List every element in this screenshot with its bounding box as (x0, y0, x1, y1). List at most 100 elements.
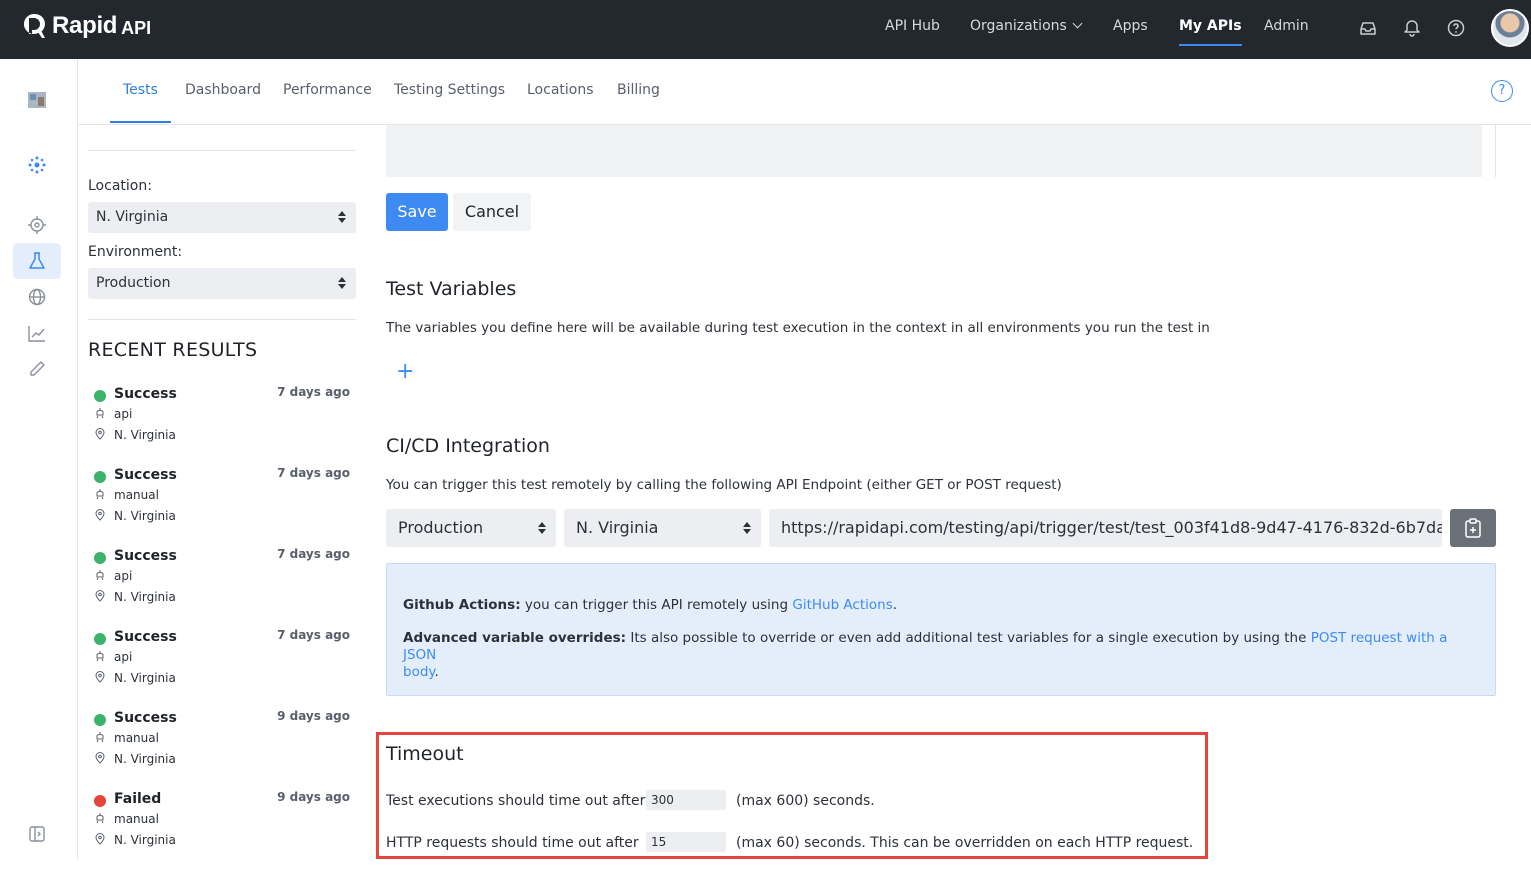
exec-timeout-input[interactable] (646, 790, 726, 810)
chevron-down-icon (1072, 18, 1083, 29)
trigger-icon (96, 813, 104, 824)
hub-icon[interactable] (26, 154, 48, 176)
chart-trend-icon[interactable] (26, 322, 48, 344)
rapidapi-logo[interactable]: Rapid API (22, 12, 151, 40)
cicd-info-box: Github Actions: you can trigger this API… (386, 563, 1496, 696)
flask-icon[interactable] (26, 250, 48, 272)
tab-dashboard[interactable]: Dashboard (185, 82, 261, 98)
trigger-icon (96, 570, 104, 581)
location-label: Location: (88, 178, 152, 194)
rapidapi-logo-icon (23, 13, 45, 38)
result-trigger: manual (114, 812, 159, 826)
result-location: N. Virginia (114, 509, 176, 523)
cicd-description: You can trigger this test remotely by ca… (386, 477, 1062, 493)
location-pin-icon (95, 671, 105, 683)
cicd-location-select[interactable]: N. Virginia (564, 509, 761, 547)
nav-api-hub[interactable]: API Hub (885, 18, 940, 42)
result-status: Success (114, 386, 177, 402)
divider (88, 319, 356, 320)
result-item[interactable]: Success 7 days ago api N. Virginia (88, 628, 356, 709)
result-status: Success (114, 548, 177, 564)
advanced-overrides-text: Its also possible to override or even ad… (626, 630, 1311, 646)
result-item[interactable]: Success 9 days ago manual N. Virginia (88, 709, 356, 790)
tab-billing[interactable]: Billing (617, 82, 660, 98)
nav-my-apis[interactable]: My APIs (1179, 18, 1242, 46)
select-arrows-icon (538, 522, 546, 535)
inbox-icon[interactable] (1358, 18, 1378, 38)
http-timeout-input[interactable] (646, 832, 726, 852)
help-icon[interactable] (1446, 18, 1466, 38)
result-item[interactable]: Success 7 days ago api N. Virginia (88, 547, 356, 628)
code-editor-area[interactable] (386, 125, 1482, 177)
location-select-value: N. Virginia (96, 209, 169, 225)
add-variable-button[interactable]: + (396, 359, 414, 384)
bell-icon[interactable] (1402, 18, 1422, 38)
result-time: 7 days ago (277, 547, 350, 561)
nav-admin[interactable]: Admin (1264, 18, 1309, 42)
target-icon[interactable] (26, 214, 48, 236)
github-actions-text: you can trigger this API remotely using (520, 597, 793, 613)
select-arrows-icon (338, 277, 346, 290)
pencil-icon[interactable] (26, 358, 48, 380)
location-pin-icon (95, 509, 105, 521)
test-tabs: Tests Dashboard Performance Testing Sett… (78, 59, 1531, 125)
tab-performance[interactable]: Performance (283, 82, 372, 98)
user-avatar[interactable] (1491, 9, 1529, 47)
result-status: Success (114, 629, 177, 645)
status-dot (94, 390, 106, 402)
select-arrows-icon (338, 211, 346, 224)
nav-organizations-label: Organizations (970, 18, 1067, 34)
divider (88, 150, 356, 151)
environment-select-value: Production (96, 275, 171, 291)
trigger-icon (96, 408, 104, 419)
result-item[interactable]: Success 7 days ago api N. Virginia (88, 385, 356, 466)
test-variables-title: Test Variables (386, 278, 517, 300)
result-trigger: manual (114, 488, 159, 502)
select-arrows-icon (743, 522, 751, 535)
status-dot (94, 552, 106, 564)
trigger-url-field[interactable]: https://rapidapi.com/testing/api/trigger… (769, 509, 1442, 547)
result-trigger: api (114, 407, 133, 421)
environment-label: Environment: (88, 244, 183, 260)
tab-testing-settings[interactable]: Testing Settings (394, 82, 505, 98)
location-pin-icon (95, 833, 105, 845)
collapse-sidebar-icon[interactable] (26, 823, 48, 845)
location-select[interactable]: N. Virginia (88, 202, 356, 233)
recent-results-title: RECENT RESULTS (88, 339, 258, 361)
http-timeout-label: HTTP requests should time out after (386, 835, 639, 851)
result-item[interactable]: Success 7 days ago manual N. Virginia (88, 466, 356, 547)
exec-timeout-label: Test executions should time out after (386, 793, 646, 809)
copy-url-button[interactable] (1450, 509, 1496, 547)
github-actions-end: . (892, 597, 898, 613)
nav-organizations[interactable]: Organizations (970, 18, 1083, 42)
left-icon-rail (0, 59, 78, 859)
result-time: 7 days ago (277, 385, 350, 399)
result-time: 9 days ago (277, 790, 350, 804)
post-request-link-body[interactable]: body (403, 664, 434, 680)
exec-timeout-max: (max 600) seconds. (736, 793, 875, 809)
question-circle-icon[interactable]: ? (1491, 80, 1513, 102)
github-actions-link[interactable]: GitHub Actions (792, 597, 892, 613)
save-button[interactable]: Save (386, 193, 448, 231)
globe-icon[interactable] (26, 286, 48, 308)
http-timeout-max: (max 60) seconds. This can be overridden… (736, 835, 1194, 851)
cicd-environment-select[interactable]: Production (386, 509, 556, 547)
tab-tests[interactable]: Tests (123, 82, 158, 98)
status-dot (94, 471, 106, 483)
editor-scrollbar[interactable] (1495, 125, 1496, 177)
tab-locations[interactable]: Locations (527, 82, 594, 98)
location-pin-icon (95, 428, 105, 440)
nav-apps[interactable]: Apps (1113, 18, 1148, 42)
github-actions-label: Github Actions: (403, 597, 521, 613)
clipboard-icon (1465, 518, 1481, 538)
environment-select[interactable]: Production (88, 268, 356, 299)
github-actions-note: Github Actions: you can trigger this API… (403, 597, 897, 614)
cancel-button[interactable]: Cancel (453, 193, 531, 231)
test-variables-description: The variables you define here will be av… (386, 320, 1210, 336)
api-thumbnail-icon[interactable] (26, 89, 48, 111)
brand-suffix: API (121, 17, 152, 38)
result-status: Failed (114, 791, 162, 807)
advanced-overrides-note: Advanced variable overrides: Its also po… (403, 630, 1483, 681)
cicd-location-value: N. Virginia (576, 518, 659, 537)
location-pin-icon (95, 590, 105, 602)
